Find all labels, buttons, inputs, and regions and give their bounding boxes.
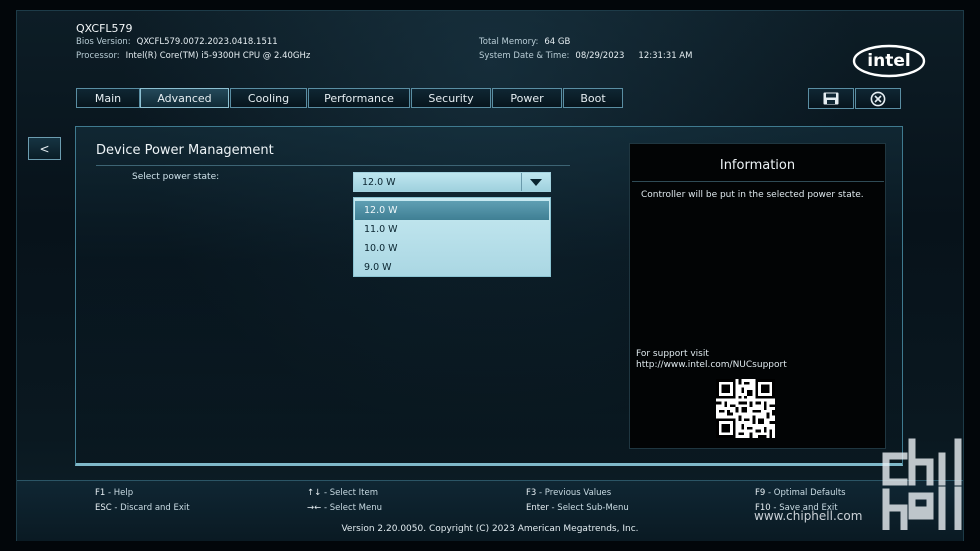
key-esc: ESC xyxy=(95,503,112,513)
power-option[interactable]: 11.0 W xyxy=(355,220,549,239)
datetime-label: System Date & Time: xyxy=(479,51,570,61)
support-text: For support visit http://www.intel.com/N… xyxy=(636,349,787,371)
key-enter: Enter xyxy=(526,503,549,513)
back-button[interactable]: < xyxy=(28,137,61,160)
tab-power[interactable]: Power xyxy=(492,88,562,108)
watermark-text: www.chiphell.com xyxy=(754,509,863,523)
processor-label: Processor: xyxy=(76,51,120,61)
information-text: Controller will be put in the selected p… xyxy=(641,190,864,200)
power-state-value: 12.0 W xyxy=(362,177,396,188)
datetime-row: System Date & Time: 08/29/2023 12:31:31 AM xyxy=(479,51,692,61)
power-state-label: Select power state: xyxy=(132,172,220,182)
bios-version-row: Bios Version: QXCFL579.0072.2023.0418.151… xyxy=(76,37,278,47)
hint-help: F1 - Help xyxy=(95,488,133,498)
power-state-select[interactable]: 12.0 W xyxy=(353,172,551,192)
tab-cooling[interactable]: Cooling xyxy=(230,88,307,108)
processor-value: Intel(R) Core(TM) i5-9300H CPU @ 2.40GHz xyxy=(125,51,311,61)
hint-help-text: - Help xyxy=(108,488,134,498)
key-arrows: ↑↓ xyxy=(307,488,322,498)
tab-main[interactable]: Main xyxy=(76,88,140,108)
power-state-dropdown: 12.0 W 11.0 W 10.0 W 9.0 W xyxy=(353,197,551,277)
memory-value: 64 GB xyxy=(544,37,571,47)
tab-performance[interactable]: Performance xyxy=(308,88,410,108)
hint-select-submenu: Enter - Select Sub-Menu xyxy=(526,503,629,513)
key-f3: F3 xyxy=(526,488,537,498)
hint-previous-text: - Previous Values xyxy=(539,488,612,498)
information-title: Information xyxy=(719,158,796,173)
chevron-down-icon xyxy=(530,178,542,186)
chiphell-watermark-logo xyxy=(882,438,962,530)
support-url: http://www.intel.com/NUCsupport xyxy=(636,360,787,370)
memory-row: Total Memory: 64 GB xyxy=(479,37,570,47)
power-option[interactable]: 12.0 W xyxy=(355,201,549,220)
title-divider xyxy=(96,165,570,166)
hint-select-item-text: - Select Item xyxy=(323,488,378,498)
key-left-right: →← xyxy=(307,503,322,513)
qr-code xyxy=(716,379,775,438)
hint-optimal-defaults: F9 - Optimal Defaults xyxy=(755,488,846,498)
bios-version-label: Bios Version: xyxy=(76,37,131,47)
close-circle-icon xyxy=(870,91,886,106)
tab-boot[interactable]: Boot xyxy=(563,88,623,108)
hint-previous-values: F3 - Previous Values xyxy=(526,488,611,498)
processor-row: Processor: Intel(R) Core(TM) i5-9300H CPU… xyxy=(76,51,310,61)
hint-select-item: ↑↓ - Select Item xyxy=(307,488,378,498)
tab-advanced[interactable]: Advanced xyxy=(140,88,229,108)
memory-label: Total Memory: xyxy=(479,37,539,47)
hint-select-menu-text: - Select Menu xyxy=(323,503,382,513)
key-f1: F1 xyxy=(95,488,106,498)
hint-discard-text: - Discard and Exit xyxy=(114,503,190,513)
intel-logo-text: intel xyxy=(867,51,910,71)
tab-security[interactable]: Security xyxy=(411,88,491,108)
hint-defaults-text: - Optimal Defaults xyxy=(768,488,846,498)
floppy-disk-icon xyxy=(823,92,839,105)
copyright-text: Version 2.20.0050. Copyright (C) 2023 Am… xyxy=(341,524,639,534)
power-option[interactable]: 10.0 W xyxy=(355,239,549,258)
save-button[interactable] xyxy=(808,88,854,109)
key-f9: F9 xyxy=(755,488,766,498)
board-name: QXCFL579 xyxy=(76,22,133,35)
intel-logo: intel xyxy=(852,44,926,78)
hint-discard-exit: ESC - Discard and Exit xyxy=(95,503,190,513)
exit-button[interactable] xyxy=(855,88,901,109)
power-option[interactable]: 9.0 W xyxy=(355,258,549,277)
page-title: Device Power Management xyxy=(96,143,274,158)
hint-select-menu: →← - Select Menu xyxy=(307,503,382,513)
information-divider xyxy=(632,181,884,182)
date-value[interactable]: 08/29/2023 xyxy=(575,51,624,61)
hint-submenu-text: - Select Sub-Menu xyxy=(551,503,629,513)
bios-version-value: QXCFL579.0072.2023.0418.1511 xyxy=(136,37,278,47)
dropdown-toggle[interactable] xyxy=(521,173,550,191)
support-line: For support visit xyxy=(636,349,709,359)
time-value[interactable]: 12:31:31 AM xyxy=(638,51,692,61)
